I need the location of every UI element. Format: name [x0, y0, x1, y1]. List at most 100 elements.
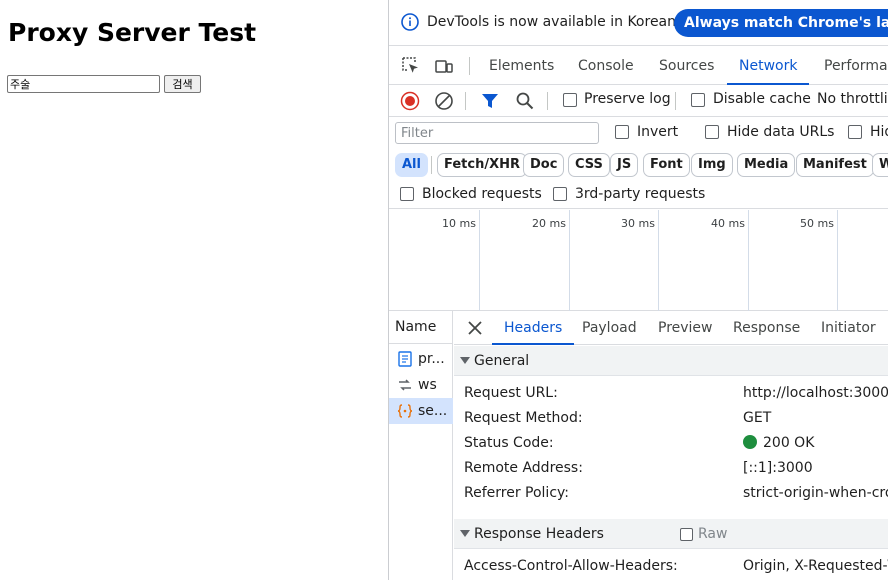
timeline-tick-label: 50 ms: [800, 217, 834, 230]
toolbar-divider: [675, 92, 676, 110]
websocket-icon: [399, 379, 411, 391]
type-filter-img[interactable]: Img: [691, 153, 733, 177]
tab-elements[interactable]: Elements: [489, 47, 554, 85]
info-icon: [401, 13, 419, 31]
timeline-tick-label: 20 ms: [532, 217, 566, 230]
header-value: GET: [743, 410, 772, 426]
timeline-gridline: [569, 210, 570, 311]
search-icon[interactable]: [515, 91, 535, 111]
filter-icon[interactable]: [480, 91, 500, 111]
tab-network[interactable]: Network: [727, 47, 810, 85]
status-value: 200 OK: [743, 435, 814, 451]
search-button[interactable]: 검색: [164, 75, 201, 93]
disable-cache-label: Disable cache: [713, 91, 811, 107]
network-toolbar: Preserve log Disable cache No throttling: [389, 85, 888, 117]
tab-preview[interactable]: Preview: [658, 311, 713, 345]
third-party-label: 3rd-party requests: [575, 186, 706, 202]
header-value: strict-origin-when-cross-origin: [743, 485, 888, 501]
hide-extension-urls-label: Hide extension URLs: [870, 124, 888, 140]
type-filter-fetch-xhr[interactable]: Fetch/XHR: [437, 153, 528, 177]
tab-sources[interactable]: Sources: [659, 47, 714, 85]
request-detail-pane: Headers Payload Preview Response Initiat…: [454, 311, 888, 580]
type-filter-media[interactable]: Media: [737, 153, 796, 177]
status-text: 200 OK: [763, 435, 815, 451]
raw-label: Raw: [698, 526, 728, 542]
detail-tabbar: Headers Payload Preview Response Initiat…: [454, 311, 888, 345]
type-filter-css[interactable]: CSS: [568, 153, 610, 177]
hide-data-urls-checkbox[interactable]: [705, 125, 719, 139]
record-icon[interactable]: [400, 91, 420, 111]
filter-bar: Invert Hide data URLs Hide extension URL…: [389, 117, 888, 149]
preserve-log-label: Preserve log: [584, 91, 671, 107]
page-viewport: Proxy Server Test 검색: [0, 0, 388, 580]
close-icon[interactable]: [466, 319, 484, 337]
timeline-gridline: [748, 210, 749, 311]
header-key: Access-Control-Allow-Headers:: [464, 558, 678, 574]
header-key: Request Method:: [464, 410, 583, 426]
header-key: Remote Address:: [464, 460, 583, 476]
tab-headers[interactable]: Headers: [492, 311, 575, 345]
devtools-panel: DevTools is now available in Korean! Alw…: [388, 0, 888, 580]
tab-initiator[interactable]: Initiator: [821, 311, 876, 345]
request-row[interactable]: pr...: [389, 346, 453, 372]
third-party-checkbox[interactable]: [553, 187, 567, 201]
request-row[interactable]: ws: [389, 372, 453, 398]
name-column-header[interactable]: Name: [389, 311, 453, 344]
timeline-gridline: [658, 210, 659, 311]
tab-response[interactable]: Response: [733, 311, 800, 345]
type-filter-manifest[interactable]: Manifest: [796, 153, 874, 177]
fetch-icon: [397, 404, 413, 418]
toolbar-divider: [547, 92, 548, 110]
type-filter-js[interactable]: JS: [610, 153, 639, 177]
response-headers-section-header[interactable]: Response Headers Raw: [454, 519, 888, 549]
throttling-select[interactable]: No throttling: [817, 91, 888, 107]
tab-payload[interactable]: Payload: [582, 311, 637, 345]
toolbar-divider: [465, 92, 466, 110]
status-ok-icon: [743, 435, 757, 449]
raw-checkbox[interactable]: [680, 528, 693, 541]
preserve-log-checkbox[interactable]: [563, 93, 577, 107]
timeline-tick-label: 40 ms: [711, 217, 745, 230]
network-lower-panel: Name pr... ws se... Headers Payload Prev…: [389, 311, 888, 580]
request-name: ws: [418, 377, 437, 393]
header-key: Referrer Policy:: [464, 485, 569, 501]
request-list: Name pr... ws se...: [389, 311, 453, 580]
header-value: Origin, X-Requested-With: [743, 558, 888, 574]
document-icon: [398, 351, 412, 367]
header-key: Request URL:: [464, 385, 558, 401]
blocked-requests-label: Blocked requests: [422, 186, 542, 202]
search-input[interactable]: [7, 75, 160, 93]
device-toolbar-icon[interactable]: [434, 56, 454, 76]
page-title: Proxy Server Test: [8, 18, 257, 47]
header-value: [::1]:3000: [743, 460, 813, 476]
network-timeline[interactable]: 10 ms 20 ms 30 ms 40 ms 50 ms: [389, 210, 888, 311]
inspect-element-icon[interactable]: [401, 56, 421, 76]
type-filter-ws[interactable]: WS: [872, 153, 888, 177]
timeline-gridline: [837, 210, 838, 311]
general-section-header[interactable]: General: [454, 346, 888, 376]
blocked-requests-checkbox[interactable]: [400, 187, 414, 201]
type-filter-font[interactable]: Font: [643, 153, 690, 177]
timeline-tick-label: 10 ms: [442, 217, 476, 230]
request-row[interactable]: se...: [389, 398, 453, 424]
type-filter-all[interactable]: All: [395, 153, 428, 177]
devtools-tabbar: Elements Console Sources Network Perform…: [389, 47, 888, 85]
type-filter-doc[interactable]: Doc: [523, 153, 565, 177]
match-language-button[interactable]: Always match Chrome's language: [674, 9, 888, 37]
toolbar-divider: [431, 156, 432, 174]
tab-console[interactable]: Console: [578, 47, 634, 85]
collapse-triangle-icon: [460, 530, 470, 537]
language-infobar: DevTools is now available in Korean! Alw…: [389, 0, 888, 46]
header-value: http://localhost:3000/api: [743, 385, 888, 401]
hide-data-urls-label: Hide data URLs: [727, 124, 835, 140]
infobar-message: DevTools is now available in Korean!: [427, 14, 682, 30]
filter-input[interactable]: [395, 122, 599, 144]
clear-icon[interactable]: [434, 91, 454, 111]
tab-performance[interactable]: Performance: [824, 47, 888, 85]
request-name: pr...: [418, 351, 445, 367]
disable-cache-checkbox[interactable]: [691, 93, 705, 107]
timeline-gridline: [479, 210, 480, 311]
invert-checkbox[interactable]: [615, 125, 629, 139]
hide-extension-urls-checkbox[interactable]: [848, 125, 862, 139]
section-title: Response Headers: [474, 526, 604, 542]
